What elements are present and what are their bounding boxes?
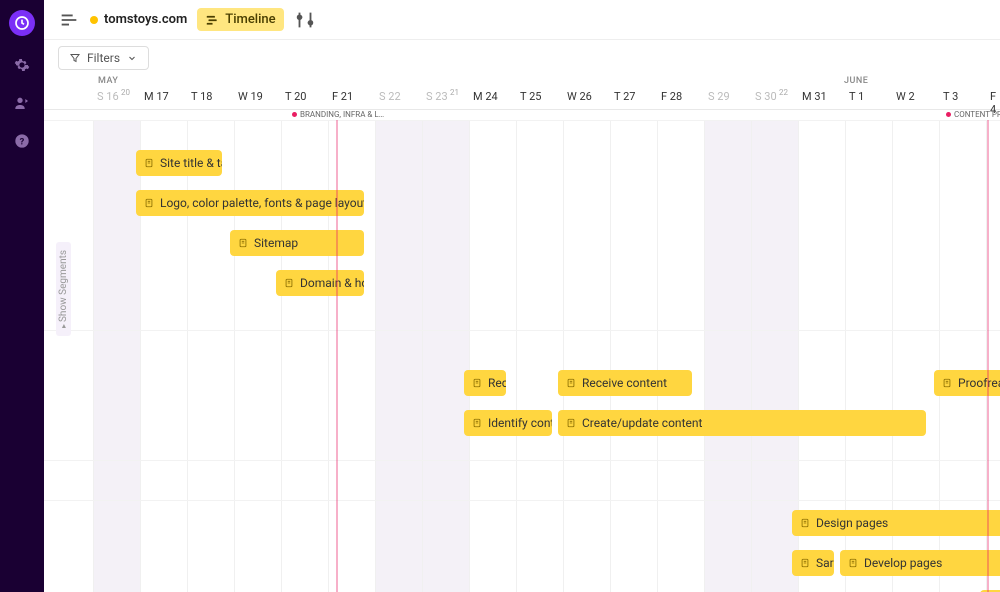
week-number: 22	[779, 88, 788, 97]
project-name-label: tomstoys.com	[104, 12, 187, 27]
day-header[interactable]: F 21	[328, 90, 353, 103]
task-label: Site title & ta	[160, 156, 222, 170]
svg-text:?: ?	[20, 136, 25, 147]
grid-column	[657, 120, 704, 592]
task-bar[interactable]: Develop pages	[840, 550, 1000, 576]
show-segments-toggle[interactable]: Show Segments	[56, 242, 71, 336]
task-label: Rec	[488, 376, 506, 390]
header: tomstoys.com Timeline	[44, 0, 1000, 40]
day-header[interactable]: W 26	[563, 90, 592, 103]
grid-column	[422, 120, 469, 592]
day-header[interactable]: M 31	[798, 90, 827, 103]
month-row: MAY JUNE	[44, 76, 1000, 90]
task-bar[interactable]: Sitemap	[230, 230, 364, 256]
task-label: Sar	[816, 556, 834, 570]
grid-column	[563, 120, 610, 592]
help-icon[interactable]: ?	[13, 132, 31, 150]
day-header[interactable]: M 24	[469, 90, 498, 103]
week-number: 21	[450, 88, 459, 97]
task-label: Domain & ho	[300, 276, 364, 290]
grid-column	[516, 120, 563, 592]
day-header[interactable]: T 1	[845, 90, 864, 103]
main-content: tomstoys.com Timeline Filters MAY JUNE S …	[44, 0, 1000, 592]
task-label: Logo, color palette, fonts & page layout…	[160, 196, 364, 210]
project-name[interactable]: tomstoys.com	[90, 12, 187, 27]
day-header[interactable]: S 16	[93, 90, 119, 103]
task-bar[interactable]: Site title & ta	[136, 150, 222, 176]
milestone-line	[336, 120, 338, 592]
task-label: Develop pages	[864, 556, 942, 570]
day-header[interactable]: M 17	[140, 90, 169, 103]
task-bar[interactable]: Sar	[792, 550, 834, 576]
task-label: Design pages	[816, 516, 888, 530]
grid-column	[751, 120, 798, 592]
day-header[interactable]: T 20	[281, 90, 306, 103]
day-header[interactable]: T 27	[610, 90, 635, 103]
task-bar[interactable]: Create/update content	[558, 410, 926, 436]
filters-button-label: Filters	[87, 51, 120, 65]
milestone-row: BRANDING, INFRA & L… CONTENT PREPARAT…	[44, 110, 1000, 120]
day-header[interactable]: S 29	[704, 90, 730, 103]
milestone-line	[987, 120, 989, 592]
task-bar[interactable]: Domain & ho	[276, 270, 364, 296]
day-header[interactable]: W 19	[234, 90, 263, 103]
task-label: Sitemap	[254, 236, 298, 250]
user-share-icon[interactable]	[13, 94, 31, 112]
task-label: Create/update content	[582, 416, 702, 430]
day-header[interactable]: T 18	[187, 90, 212, 103]
day-header[interactable]: T 3	[939, 90, 958, 103]
day-header[interactable]: S 23	[422, 90, 448, 103]
task-bar[interactable]: Logo, color palette, fonts & page layout…	[136, 190, 364, 216]
month-label: MAY	[98, 76, 118, 86]
grid-column	[93, 120, 140, 592]
month-label: JUNE	[844, 76, 868, 86]
task-label: Receive content	[582, 376, 667, 390]
task-bar[interactable]: Design pages	[792, 510, 1000, 536]
task-bar[interactable]: Receive content	[558, 370, 692, 396]
grid-column	[469, 120, 516, 592]
timeline-view-button[interactable]: Timeline	[197, 8, 283, 31]
task-bar[interactable]: Proofread &	[934, 370, 1000, 396]
task-label: Proofread &	[958, 376, 1000, 390]
day-header[interactable]: S 30	[751, 90, 777, 103]
gear-icon[interactable]	[13, 56, 31, 74]
menu-icon[interactable]	[58, 9, 80, 31]
grid-column	[704, 120, 751, 592]
grid-column	[375, 120, 422, 592]
grid-column	[610, 120, 657, 592]
task-bar[interactable]: Rec	[464, 370, 506, 396]
day-header[interactable]: T 25	[516, 90, 541, 103]
day-header[interactable]: F 28	[657, 90, 682, 103]
task-bar[interactable]: Identify cont	[464, 410, 552, 436]
filters-button[interactable]: Filters	[58, 46, 149, 70]
sidebar: ?	[0, 0, 44, 592]
day-header-row: S 1620 M 17 T 18 W 19 T 20 F 21 S 22 S 2321 M 24…	[44, 90, 1000, 110]
filters-row: Filters	[44, 40, 1000, 76]
chevron-down-icon	[126, 52, 138, 64]
milestone-marker[interactable]: BRANDING, INFRA & L…	[292, 110, 384, 119]
day-header[interactable]: W 2	[892, 90, 915, 103]
week-number: 20	[121, 88, 130, 97]
timeline-button-label: Timeline	[225, 12, 275, 27]
project-status-dot	[90, 16, 98, 24]
settings-toggle-icon[interactable]	[294, 9, 316, 31]
timeline-area[interactable]: MAYJUNE S 1620M 17T 18W 19T 20F 21S 22S …	[44, 76, 1000, 592]
timeline-grid[interactable]: Site title & ta Logo, color palette, font…	[44, 120, 1000, 592]
milestone-marker[interactable]: CONTENT PREPARAT…	[946, 110, 1000, 119]
day-header[interactable]: S 22	[375, 90, 401, 103]
app-logo[interactable]	[9, 10, 35, 36]
task-label: Identify cont	[488, 416, 552, 430]
